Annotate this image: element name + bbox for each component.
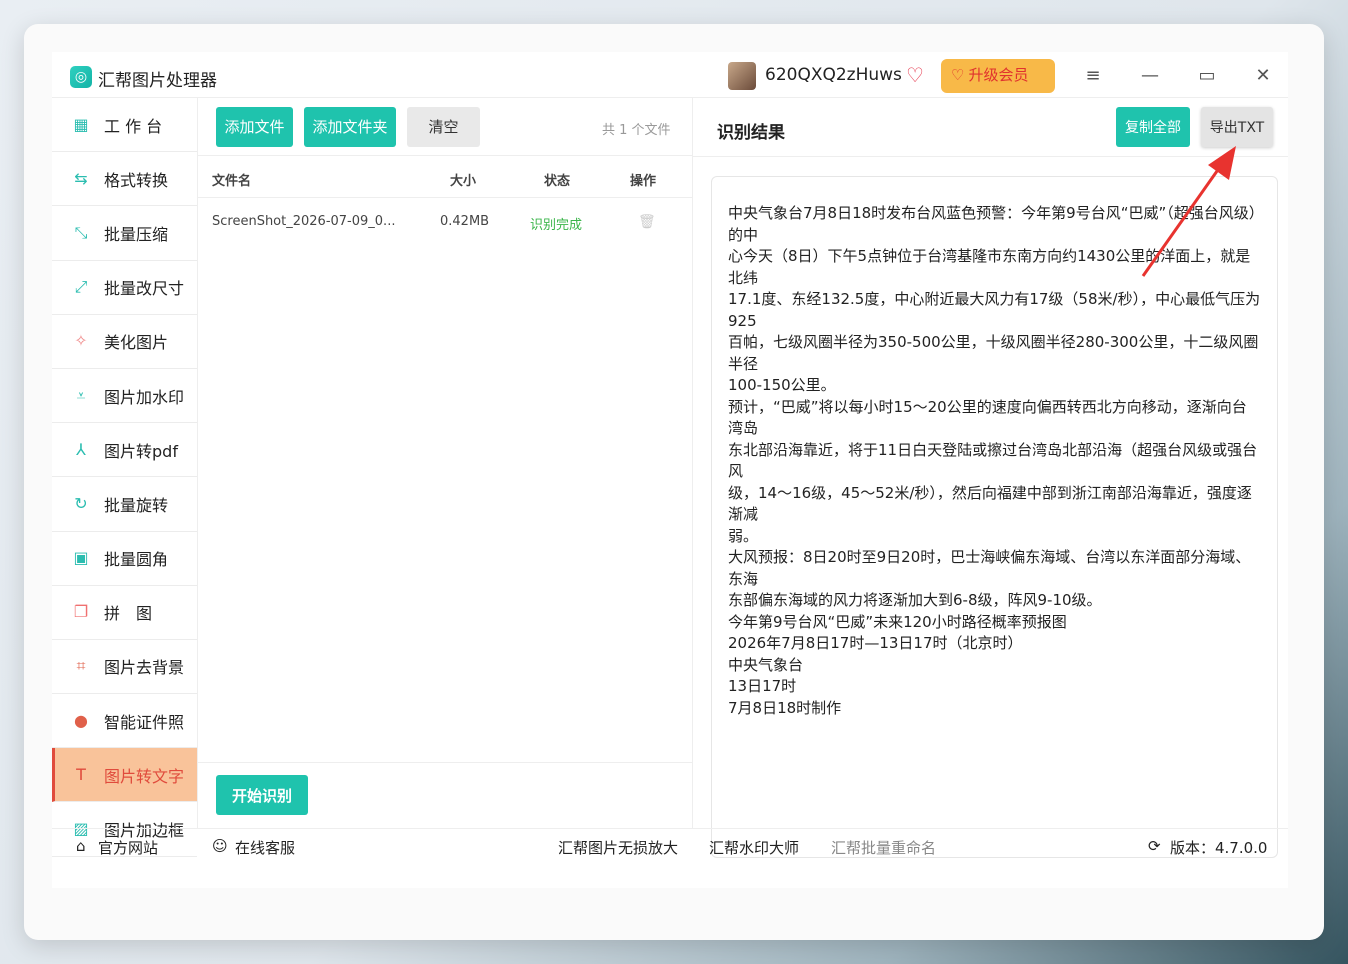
sidebar-item-resize[interactable]: ⤢ 批量改尺寸: [52, 261, 197, 315]
sidebar: ▦ 工 作 台 ⇆ 格式转换 ⤡ 批量压缩 ⤢ 批量改尺寸 ✧ 美化图片 ⩡ 图…: [52, 98, 198, 857]
file-panel-footer: 开始识别: [198, 762, 693, 828]
result-panel: 识别结果 复制全部 导出TXT 中央气象台7月8日18时发布台风蓝色预警：今年第…: [693, 98, 1288, 858]
file-table-header: 文件名 大小 状态 操作: [198, 156, 693, 198]
person-icon: ●: [74, 710, 88, 730]
app-title: 汇帮图片处理器: [98, 71, 217, 91]
sidebar-item-format-convert[interactable]: ⇆ 格式转换: [52, 152, 197, 207]
grid-icon: ▦: [73, 114, 89, 134]
app-logo-icon: ◎: [70, 66, 92, 88]
add-file-button[interactable]: 添加文件: [216, 107, 293, 147]
resize-icon: ⤢: [74, 277, 88, 297]
result-line: 100-150公里。: [728, 376, 836, 394]
sidebar-item-rotate[interactable]: ↻ 批量旋转: [52, 477, 197, 532]
close-icon[interactable]: ✕: [1248, 62, 1278, 90]
vip-diamond-icon: ♡: [906, 63, 924, 87]
convert-icon: ⇆: [74, 168, 88, 188]
compress-icon: ⤡: [74, 222, 88, 242]
result-line: 中央气象台: [728, 655, 804, 674]
divider: [693, 156, 1288, 157]
app-container: ◎ 汇帮图片处理器 620QXQ2zHuws ♡ ♡ 升级会员 ≡ — ▭ ✕ ▦…: [52, 52, 1288, 888]
menu-icon[interactable]: ≡: [1078, 62, 1108, 90]
sidebar-item-workbench[interactable]: ▦ 工 作 台: [52, 98, 197, 153]
table-row[interactable]: ScreenShot_2026-07-09_0... 0.42MB 识别完成 🗑: [198, 198, 693, 248]
footer-bar: ⌂ 官方网站 ☺ 在线客服 汇帮图片无损放大 汇帮水印大师 汇帮批量重命名 ⟳ …: [52, 828, 1288, 868]
file-name: ScreenShot_2026-07-09_0...: [212, 214, 396, 229]
result-line: 大风预报：8日20时至9日20时，巴士海峡偏东海域、台湾以东洋面部分海域、东海: [728, 548, 1251, 588]
sidebar-item-id-photo[interactable]: ● 智能证件照: [52, 694, 197, 749]
column-size: 大小: [450, 174, 477, 189]
title-bar: ◎ 汇帮图片处理器 620QXQ2zHuws ♡ ♡ 升级会员 ≡ — ▭ ✕: [52, 52, 1288, 98]
result-line: 预计，“巴威”将以每小时15～20公里的速度向偏西转西北方向移动，逐渐向台湾岛: [728, 397, 1247, 438]
result-line: 17.1度、东经132.5度，中心附近最大风力有17级（58米/秒），中心最低气…: [728, 290, 1261, 330]
sidebar-item-compress[interactable]: ⤡ 批量压缩: [52, 206, 197, 261]
round-corner-icon: ▣: [73, 548, 89, 568]
crop-icon: ⌗: [76, 656, 86, 676]
window-frame: ◎ 汇帮图片处理器 620QXQ2zHuws ♡ ♡ 升级会员 ≡ — ▭ ✕ ▦…: [24, 24, 1324, 940]
collage-icon: ❐: [73, 602, 89, 622]
online-service-link[interactable]: 在线客服: [235, 837, 295, 858]
beautify-icon: ✧: [74, 331, 88, 351]
export-txt-button[interactable]: 导出TXT: [1201, 107, 1273, 147]
start-recognition-button[interactable]: 开始识别: [216, 775, 308, 815]
trash-icon[interactable]: 🗑: [638, 214, 656, 230]
sidebar-item-image-to-text[interactable]: T 图片转文字: [52, 748, 197, 803]
watermark-icon: ⩡: [76, 385, 86, 405]
upgrade-vip-button[interactable]: ♡ 升级会员: [941, 59, 1055, 93]
version-label: 版本：4.7.0.0: [1170, 839, 1268, 857]
result-line: 心今天（8日）下午5点钟位于台湾基隆市东南方向约1430公里的洋面上，就是北纬: [728, 247, 1251, 287]
sidebar-item-watermark[interactable]: ⩡ 图片加水印: [52, 369, 197, 424]
pdf-icon: ⅄: [76, 439, 86, 459]
result-line: 13日17时: [728, 677, 797, 695]
product-link-upscale[interactable]: 汇帮图片无损放大: [558, 837, 678, 858]
avatar[interactable]: [728, 62, 756, 90]
username[interactable]: 620QXQ2zHuws: [765, 65, 902, 85]
product-link-rename[interactable]: 汇帮批量重命名: [831, 837, 936, 858]
add-folder-button[interactable]: 添加文件夹: [304, 107, 396, 147]
result-line: 东北部沿海靠近，将于11日白天登陆或擦过台湾岛北部沿海（超强台风级或强台风: [728, 440, 1258, 481]
column-status: 状态: [544, 174, 571, 189]
result-line: 弱。: [728, 526, 759, 545]
result-line: 级，14～16级，45～52米/秒），然后向福建中部到浙江南部沿海靠近，强度逐渐…: [728, 483, 1252, 524]
maximize-icon[interactable]: ▭: [1192, 62, 1222, 90]
clear-button[interactable]: 清空: [407, 107, 480, 147]
sidebar-item-collage[interactable]: ❐ 拼 图: [52, 586, 197, 640]
text-icon: T: [76, 764, 86, 784]
sidebar-item-to-pdf[interactable]: ⅄ 图片转pdf: [52, 423, 197, 478]
result-line: 百帕，七级风圈半径为350-500公里，十级风圈半径280-300公里，十二级风…: [728, 333, 1259, 373]
result-line: 7月8日18时制作: [728, 698, 842, 717]
refresh-icon[interactable]: ⟳: [1148, 837, 1161, 855]
column-action: 操作: [630, 174, 657, 189]
file-toolbar: 添加文件 添加文件夹 清空 共 1 个文件: [198, 98, 693, 156]
sidebar-item-beautify[interactable]: ✧ 美化图片: [52, 315, 197, 369]
result-line: 今年第9号台风“巴威”未来120小时路径概率预报图: [728, 612, 1067, 631]
sidebar-item-remove-bg[interactable]: ⌗ 图片去背景: [52, 640, 197, 695]
rotate-icon: ↻: [74, 493, 88, 513]
result-line: 东部偏东海域的风力将逐渐加大到6-8级，阵风9-10级。: [728, 591, 1102, 609]
minimize-icon[interactable]: —: [1135, 62, 1165, 90]
result-text-area[interactable]: 中央气象台7月8日18时发布台风蓝色预警：今年第9号台风“巴威”（超强台风级）的…: [711, 176, 1278, 858]
column-name: 文件名: [212, 174, 252, 189]
home-icon: ⌂: [76, 837, 86, 855]
result-line: 中央气象台7月8日18时发布台风蓝色预警：今年第9号台风“巴威”（超强台风级）的…: [728, 204, 1257, 244]
headset-icon: ☺: [212, 837, 228, 855]
sidebar-item-round-corner[interactable]: ▣ 批量圆角: [52, 532, 197, 586]
result-line: 2026年7月8日17时—13日17时（北京时）: [728, 634, 1023, 652]
file-panel: 添加文件 添加文件夹 清空 共 1 个文件 文件名 大小 状态 操作 Scree…: [198, 98, 693, 828]
copy-all-button[interactable]: 复制全部: [1116, 107, 1190, 147]
product-link-watermark[interactable]: 汇帮水印大师: [709, 837, 799, 858]
result-title: 识别结果: [717, 123, 785, 143]
official-site-link[interactable]: 官方网站: [98, 837, 158, 858]
status-badge: 识别完成: [530, 218, 583, 233]
file-size: 0.42MB: [440, 214, 490, 229]
diamond-icon: ♡: [951, 67, 965, 84]
file-count: 共 1 个文件: [602, 123, 671, 138]
